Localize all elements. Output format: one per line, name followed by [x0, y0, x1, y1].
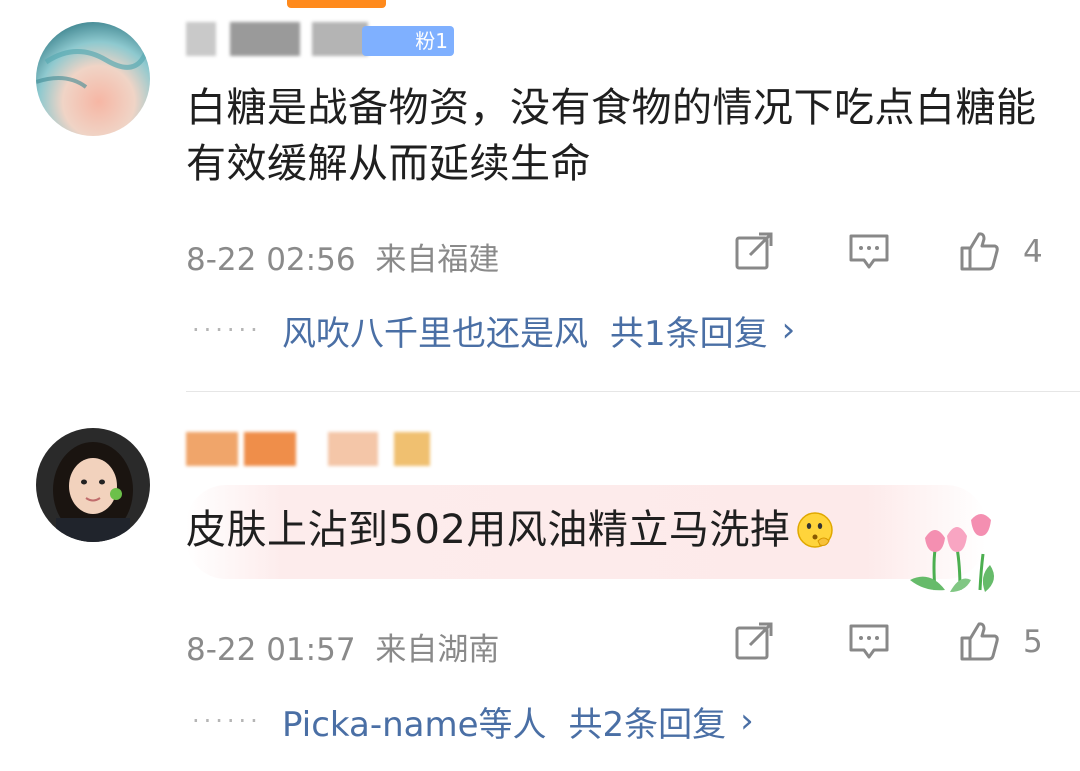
chevron-right-icon: ›: [781, 310, 796, 350]
reply-preview[interactable]: ······ Picka-name等人 共2条回复 ›: [192, 696, 754, 746]
reply-count-link[interactable]: 共1条回复: [610, 306, 768, 355]
reply-author-link[interactable]: 风吹八千里也还是风: [282, 306, 588, 355]
share-icon[interactable]: [733, 620, 775, 662]
dots-icon: ······: [192, 707, 262, 735]
comment-icon[interactable]: [848, 620, 890, 662]
comment-text-content: 皮肤上沾到502用风油精立马洗掉: [186, 507, 791, 553]
comment-text: 白糖是战备物资，没有食物的情况下吃点白糖能有效缓解从而延续生命: [186, 85, 1037, 187]
thumbs-up-icon[interactable]: [958, 620, 1000, 662]
comment-item: 皮肤上沾到502用风油精立马洗掉 8-22 01:57 来自湖南 5 ·····…: [0, 392, 1080, 771]
share-icon[interactable]: [733, 230, 775, 272]
comment-icon[interactable]: [848, 230, 890, 272]
comment-date: 8-22 01:57: [186, 632, 356, 668]
reply-count-link[interactable]: 共2条回复: [569, 697, 727, 746]
tulip-sticker: [905, 510, 1005, 595]
avatar[interactable]: [36, 22, 150, 136]
like-count: 4: [1023, 234, 1043, 270]
avatar[interactable]: [36, 428, 150, 542]
reply-preview[interactable]: ······ 风吹八千里也还是风 共1条回复 ›: [192, 305, 795, 355]
dots-icon: ······: [192, 316, 262, 344]
comment-item: 粉1 白糖是战备物资，没有食物的情况下吃点白糖能有效缓解从而延续生命 8-22 …: [0, 0, 1080, 392]
fan-badge: 粉1: [362, 26, 454, 56]
comment-location: 来自福建: [375, 242, 500, 278]
comment-date: 8-22 02:56: [186, 242, 356, 278]
like-count: 5: [1023, 624, 1043, 660]
thumbs-up-icon[interactable]: [958, 230, 1000, 272]
comment-meta: 8-22 01:57 来自湖南: [186, 624, 499, 669]
chevron-right-icon: ›: [740, 701, 754, 741]
comment-meta: 8-22 02:56 来自福建: [186, 234, 499, 279]
thinking-face-emoji: [796, 508, 834, 548]
comment-location: 来自湖南: [375, 632, 500, 668]
reply-author-link[interactable]: Picka-name等人: [282, 697, 547, 746]
